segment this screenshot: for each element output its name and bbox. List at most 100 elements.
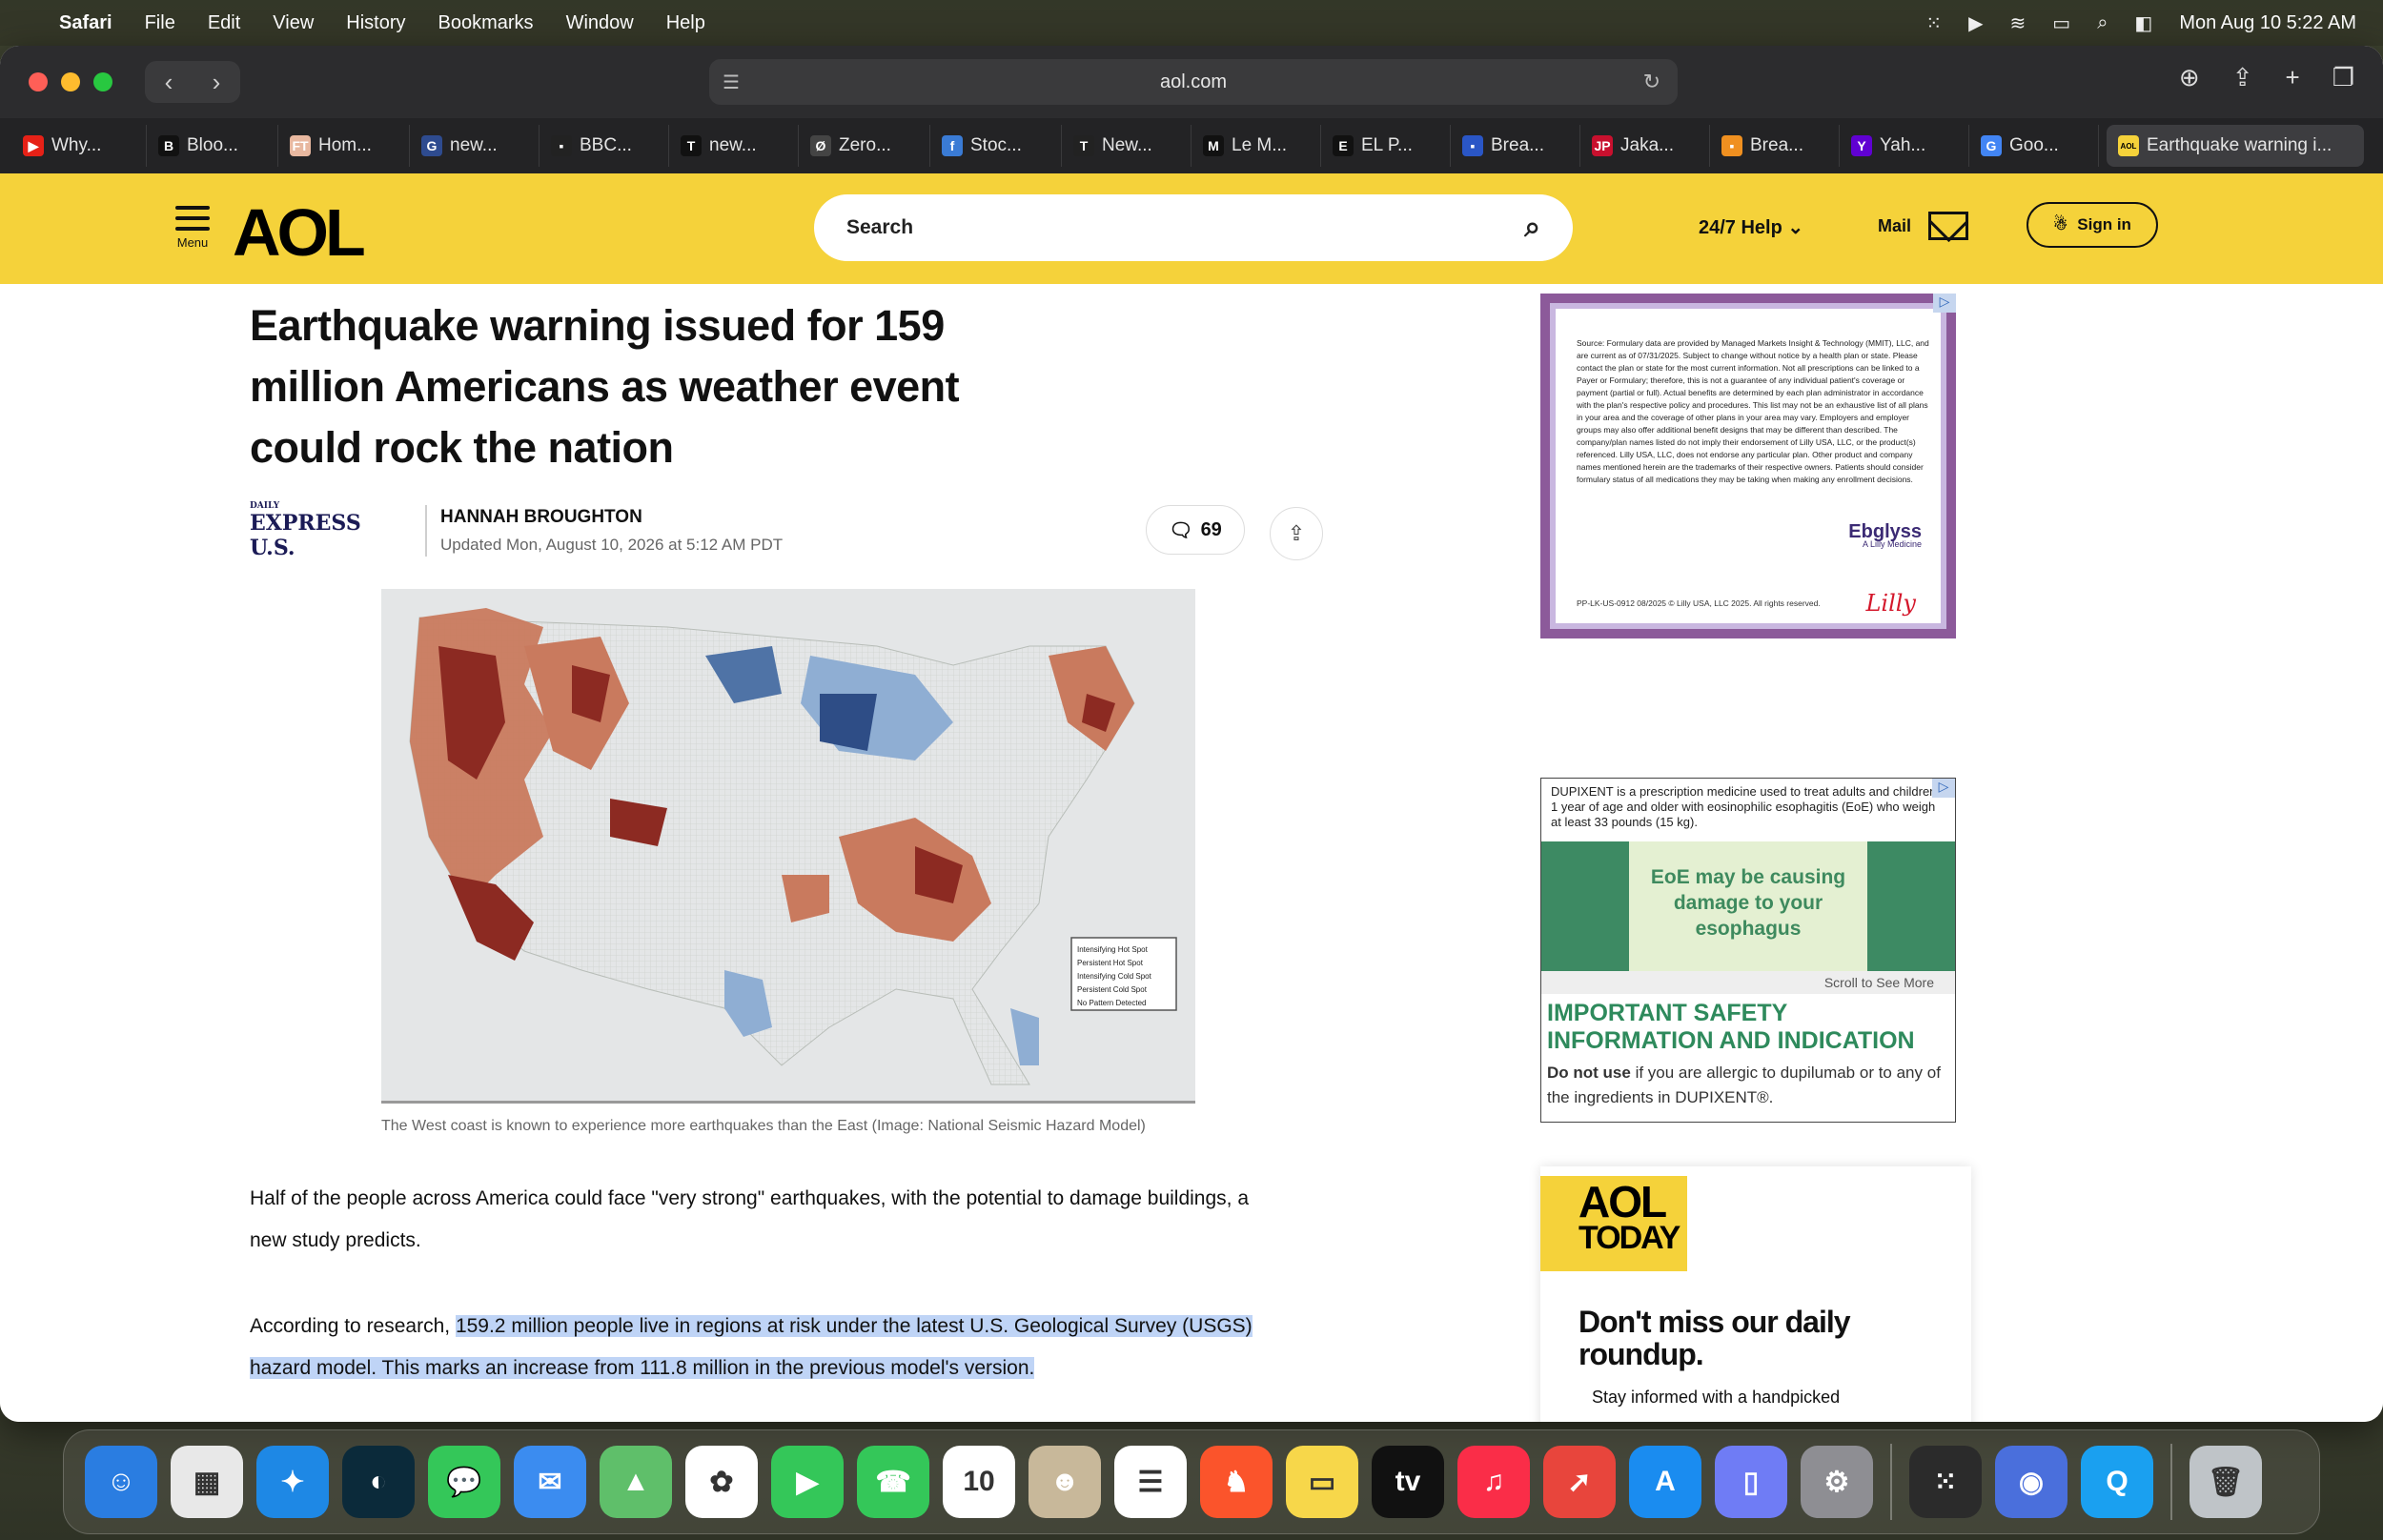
browser-tab[interactable]: T New... [1062, 125, 1192, 167]
menu-button[interactable]: Menu [172, 206, 214, 250]
browser-tab[interactable]: Tnew... [669, 125, 799, 167]
browser-tab[interactable]: ▶ Why... [11, 125, 147, 167]
mail-link[interactable]: Mail [1878, 212, 1969, 240]
publisher-logo[interactable]: DAILY EXPRESS U.S. [250, 501, 412, 560]
browser-tab[interactable]: E EL P... [1321, 125, 1451, 167]
dock-messages-icon[interactable]: 💬 [428, 1446, 500, 1518]
wifi-icon[interactable]: ≋ [2010, 11, 2027, 35]
dock-maps-icon[interactable]: ▲ [600, 1446, 672, 1518]
sign-in-button[interactable]: ☃ Sign in [2027, 202, 2158, 248]
menu-file[interactable]: File [145, 12, 175, 34]
aol-today-logo-today: TODAY [1578, 1220, 1680, 1256]
ebglyss-ad[interactable]: Source: Formulary data are provided by M… [1540, 294, 1956, 638]
aol-today-promo[interactable]: AOL TODAY Don't miss our daily roundup. S… [1540, 1166, 1971, 1422]
page-content: Earthquake warning issued for 159 millio… [0, 284, 2383, 1422]
dock-contacts-icon[interactable]: ☻ [1029, 1446, 1101, 1518]
browser-tab[interactable]: ▪ Brea... [1710, 125, 1840, 167]
browser-tab[interactable]: f Stoc... [930, 125, 1062, 167]
menu-app-safari[interactable]: Safari [59, 12, 112, 34]
dock-phone-icon[interactable]: ☎ [857, 1446, 929, 1518]
share-button[interactable]: ⇪ [1270, 507, 1323, 560]
browser-tab[interactable]: Y Yah... [1840, 125, 1969, 167]
dock-launchpad-icon[interactable]: ▦ [171, 1446, 243, 1518]
new-tab-icon[interactable]: + [2286, 63, 2300, 92]
dock-trash-icon[interactable]: 🗑 [2190, 1446, 2262, 1518]
byline-divider [425, 505, 427, 557]
us-map-graphic: Intensifying Hot Spot Persistent Hot Spo… [381, 589, 1195, 1101]
article-paragraph-2: According to research, 159.2 million peo… [250, 1306, 1279, 1389]
browser-tab[interactable]: FT Hom... [278, 125, 410, 167]
search-icon[interactable]: ⌕ [2097, 12, 2108, 34]
play-icon[interactable]: ▶ [1968, 11, 1983, 35]
mail-label: Mail [1878, 215, 1912, 235]
browser-tab[interactable]: M Le M... [1192, 125, 1321, 167]
dupixent-ad[interactable]: ▷ DUPIXENT is a prescription medicine us… [1540, 778, 1956, 1123]
dock-settings-icon[interactable]: ⚙ [1801, 1446, 1873, 1518]
browser-tab[interactable]: G Goo... [1969, 125, 2099, 167]
ebglyss-disclaimer: Source: Formulary data are provided by M… [1577, 338, 1929, 484]
aol-logo[interactable]: AOL [233, 194, 366, 271]
forward-icon[interactable]: › [193, 68, 240, 97]
menu-history[interactable]: History [346, 12, 405, 34]
dock-notes-icon[interactable]: ▭ [1286, 1446, 1358, 1518]
browser-tab[interactable]: Gnew... [410, 125, 540, 167]
adchoices-icon[interactable]: ▷ [1932, 779, 1955, 798]
sign-in-label: Sign in [2077, 215, 2131, 233]
dock-app-blue-icon[interactable]: ◉ [1995, 1446, 2067, 1518]
menu-edit[interactable]: Edit [208, 12, 240, 34]
dock-appstore-icon[interactable]: A [1629, 1446, 1701, 1518]
dock-mail-icon[interactable]: ✉ [514, 1446, 586, 1518]
battery-icon[interactable]: ▭ [2052, 11, 2070, 35]
zoom-window-button[interactable] [93, 72, 112, 91]
browser-tab[interactable]: Ø Zero... [799, 125, 930, 167]
tab-favicon-icon: ▪ [1462, 135, 1483, 156]
tab-bar: ▶ Why... B Bloo... FT Hom... Gnew... ▪ BBC... Tne… [0, 118, 2383, 173]
dock-phone-mirror-icon[interactable]: ▯ [1715, 1446, 1787, 1518]
dock-facetime-icon[interactable]: ▶ [771, 1446, 844, 1518]
browser-tab[interactable]: B Bloo... [147, 125, 278, 167]
dock-calendar-icon[interactable]: 10 [943, 1446, 1015, 1518]
dock-music-icon[interactable]: ♫ [1457, 1446, 1530, 1518]
legend-item: Persistent Cold Spot [1077, 985, 1148, 994]
dock: ☺ ▦ ✦ ◐ 💬 ✉ ▲ ✿ ▶ ☎ 10 ☻ ☰ ♞ ▭ tv ♫ ➚ A ▯ ⚙ ⁙ ◉ Q 🗑 [63, 1429, 2320, 1534]
browser-tab[interactable]: ▪ BBC... [540, 125, 669, 167]
menu-help[interactable]: Help [666, 12, 705, 34]
close-window-button[interactable] [29, 72, 48, 91]
legend-item: Intensifying Cold Spot [1077, 972, 1152, 981]
dock-finder-icon[interactable]: ☺ [85, 1446, 157, 1518]
control-center-icon[interactable]: ◧ [2134, 11, 2152, 35]
dock-app-dark-icon[interactable]: ◐ [342, 1446, 415, 1518]
back-icon[interactable]: ‹ [145, 68, 193, 97]
search-icon[interactable]: ⌕ [1524, 212, 1540, 244]
help-dropdown[interactable]: 24/7 Help ⌄ [1699, 215, 1803, 239]
share-icon[interactable]: ⇪ [2232, 63, 2253, 92]
address-bar[interactable]: ☰ aol.com ↻ [709, 59, 1678, 105]
dock-rocket-icon[interactable]: ➚ [1543, 1446, 1616, 1518]
legend-item: Persistent Hot Spot [1077, 959, 1144, 967]
page-menu-icon[interactable]: ☰ [723, 71, 740, 94]
dock-photos-icon[interactable]: ✿ [685, 1446, 758, 1518]
dots-icon[interactable]: ⁙ [1925, 11, 1942, 35]
reload-icon[interactable]: ↻ [1643, 70, 1660, 94]
downloads-icon[interactable]: ⊕ [2179, 63, 2200, 92]
dock-reminders-icon[interactable]: ☰ [1114, 1446, 1187, 1518]
dock-safari-icon[interactable]: ✦ [256, 1446, 329, 1518]
tab-active[interactable]: AOL Earthquake warning i... [2107, 125, 2364, 167]
browser-tab[interactable]: ▪ Brea... [1451, 125, 1580, 167]
clock[interactable]: Mon Aug 10 5:22 AM [2179, 12, 2356, 34]
minimize-window-button[interactable] [61, 72, 80, 91]
search-input[interactable]: Search ⌕ [814, 194, 1573, 261]
dock-brave-icon[interactable]: ♞ [1200, 1446, 1273, 1518]
image-caption: The West coast is known to experience mo… [381, 1118, 1146, 1134]
dock-appletv-icon[interactable]: tv [1372, 1446, 1444, 1518]
dock-apps-grid-icon[interactable]: ⁙ [1909, 1446, 1982, 1518]
menu-window[interactable]: Window [566, 12, 634, 34]
adchoices-icon[interactable]: ▷ [1933, 294, 1956, 313]
tab-overview-icon[interactable]: ❐ [2332, 63, 2354, 92]
comments-button[interactable]: 🗨 69 [1146, 505, 1245, 555]
menu-bookmarks[interactable]: Bookmarks [438, 12, 534, 34]
browser-tab[interactable]: JP Jaka... [1580, 125, 1710, 167]
menu-view[interactable]: View [273, 12, 314, 34]
user-icon: ☃ [2053, 215, 2068, 233]
dock-app-q-icon[interactable]: Q [2081, 1446, 2153, 1518]
